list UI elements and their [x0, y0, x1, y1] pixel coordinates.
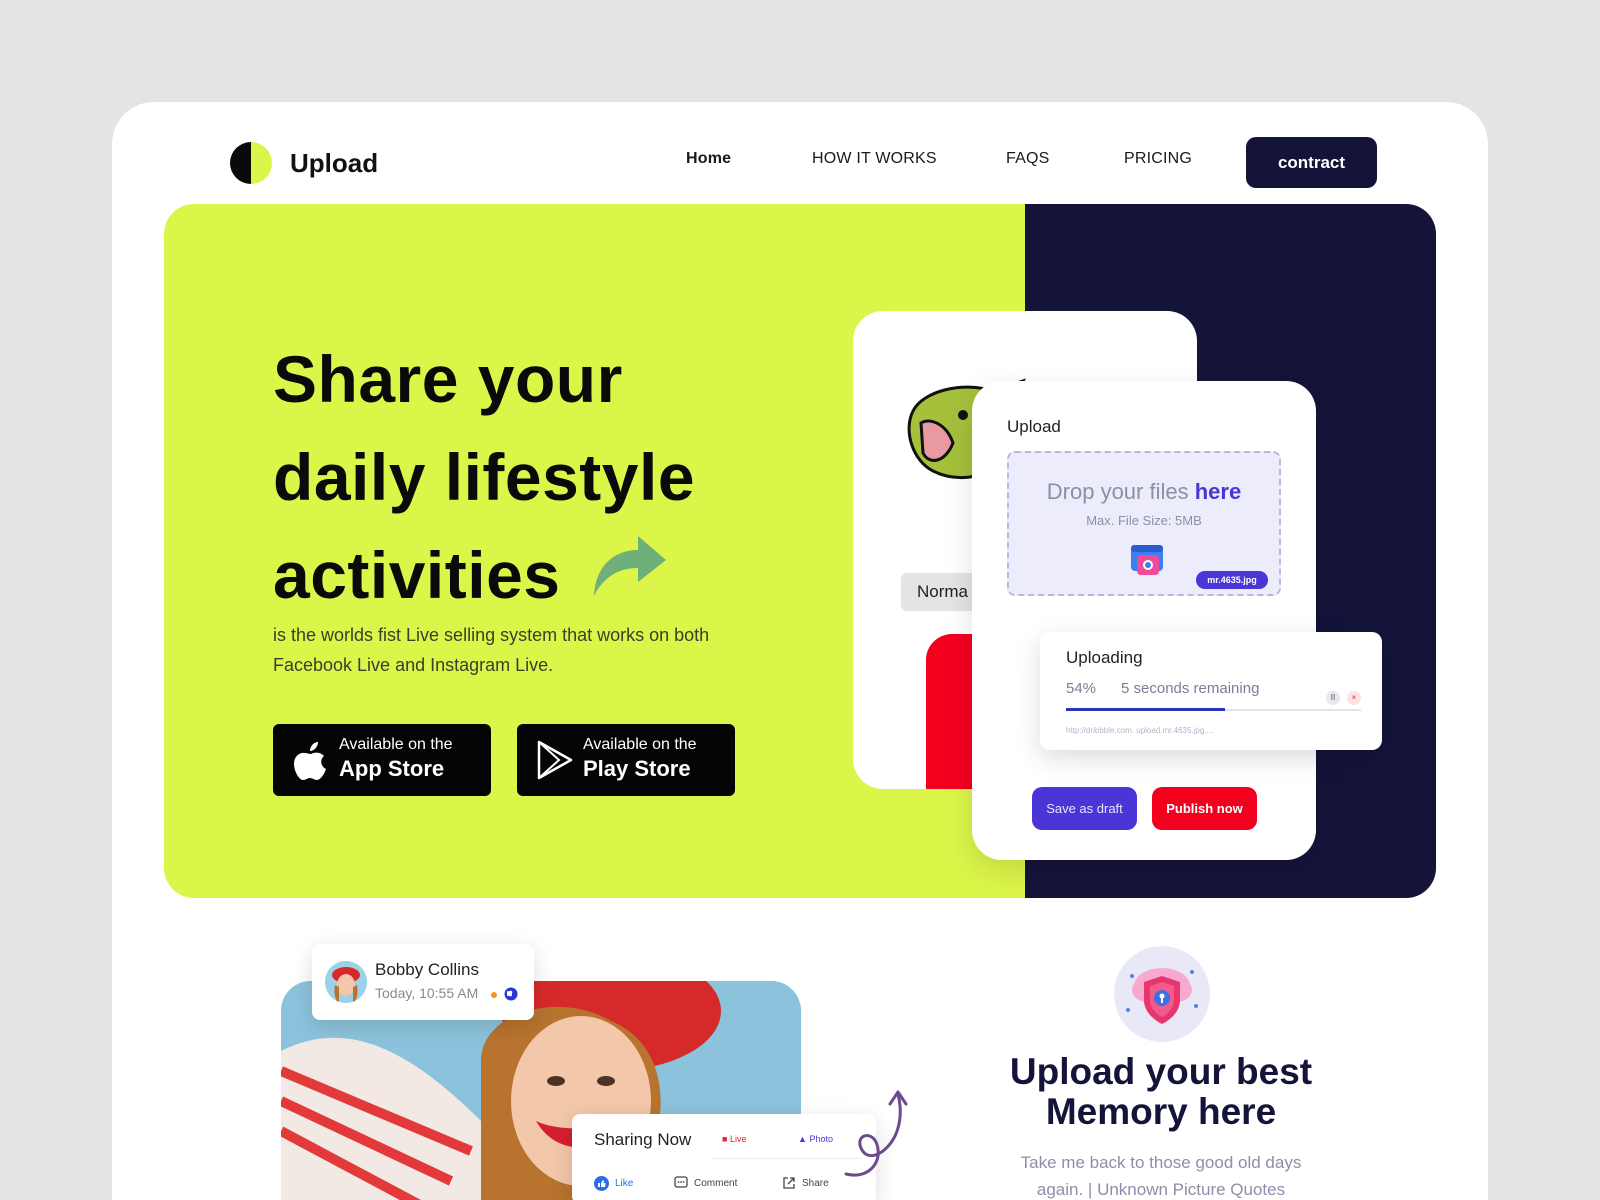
comment-button[interactable]: Comment	[674, 1176, 737, 1190]
play-store-big: Play Store	[583, 756, 691, 781]
file-name-badge: mr.4635.jpg	[1196, 571, 1268, 589]
max-file-size: Max. File Size: 5MB	[1086, 513, 1202, 528]
like-icon	[594, 1176, 609, 1191]
time-remaining: 5 seconds remaining	[1121, 680, 1260, 697]
progress-fill	[1066, 708, 1226, 711]
app-store-big: App Store	[339, 756, 445, 781]
live-option[interactable]: ■ Live	[722, 1134, 746, 1144]
sharing-title: Sharing Now	[594, 1130, 692, 1149]
post-time: Today, 10:55 AM	[375, 985, 479, 1001]
image-icon: ▲	[798, 1134, 807, 1144]
share-button[interactable]: Share	[782, 1176, 829, 1190]
progress-bar	[1066, 708, 1361, 711]
share-arrow-icon	[594, 536, 666, 596]
memory-subtitle: Take me back to those good old days agai…	[1020, 1153, 1302, 1199]
video-icon: ■	[722, 1134, 728, 1144]
sharing-card: Sharing Now ■ Live ▲ Photo Like Comment …	[572, 1114, 876, 1200]
status-dot	[491, 992, 497, 998]
upload-url: http://dribbble.com. upload.mr.4635.jpg.…	[1066, 726, 1214, 735]
app-store-button[interactable]: Available on the App Store	[273, 724, 491, 796]
apple-icon	[294, 742, 326, 780]
uploading-title: Uploading	[1066, 648, 1143, 667]
hero-subtext: is the worlds fist Live selling system t…	[273, 625, 710, 675]
play-icon	[537, 740, 573, 780]
nav-faqs[interactable]: FAQS	[1006, 150, 1049, 168]
secure-cloud-icon	[1114, 946, 1210, 1042]
photo-option[interactable]: ▲ Photo	[798, 1134, 833, 1144]
profile-name: Bobby Collins	[375, 960, 479, 979]
profile-card: Bobby Collins Today, 10:55 AM	[312, 944, 534, 1020]
play-store-small: Available on the	[583, 736, 697, 753]
contract-button[interactable]: contract	[1246, 137, 1377, 188]
drop-text: Drop your files here	[1046, 479, 1242, 504]
nav-pricing[interactable]: PRICING	[1124, 150, 1192, 168]
like-button[interactable]: Like	[594, 1176, 633, 1191]
upload-percent: 54%	[1066, 680, 1097, 697]
upload-title: Upload	[1007, 417, 1061, 436]
memory-title: Upload your best Memory here	[1009, 1051, 1313, 1132]
comment-icon	[674, 1176, 688, 1188]
pause-icon[interactable]: II	[1326, 691, 1340, 705]
upload-panel: Upload Drop your files here Max. File Si…	[972, 381, 1316, 860]
save-draft-button[interactable]: Save as draft	[1032, 787, 1137, 830]
nav-how-it-works[interactable]: HOW IT WORKS	[812, 150, 937, 168]
curly-arrow-icon	[844, 1090, 908, 1177]
play-store-button[interactable]: Available on the Play Store	[517, 724, 735, 796]
globe-icon	[504, 987, 518, 1001]
app-store-small: Available on the	[339, 736, 453, 753]
file-dropzone[interactable]: Drop your files here Max. File Size: 5MB…	[1007, 451, 1281, 596]
avatar[interactable]	[325, 961, 367, 1003]
camera-folder-icon	[1131, 545, 1163, 575]
share-icon	[783, 1177, 795, 1189]
cancel-icon[interactable]: ×	[1347, 691, 1361, 705]
uploading-card: Uploading 54% 5 seconds remaining II × h…	[1040, 632, 1382, 750]
publish-button[interactable]: Publish now	[1152, 787, 1257, 830]
nav-home[interactable]: Home	[686, 150, 731, 168]
